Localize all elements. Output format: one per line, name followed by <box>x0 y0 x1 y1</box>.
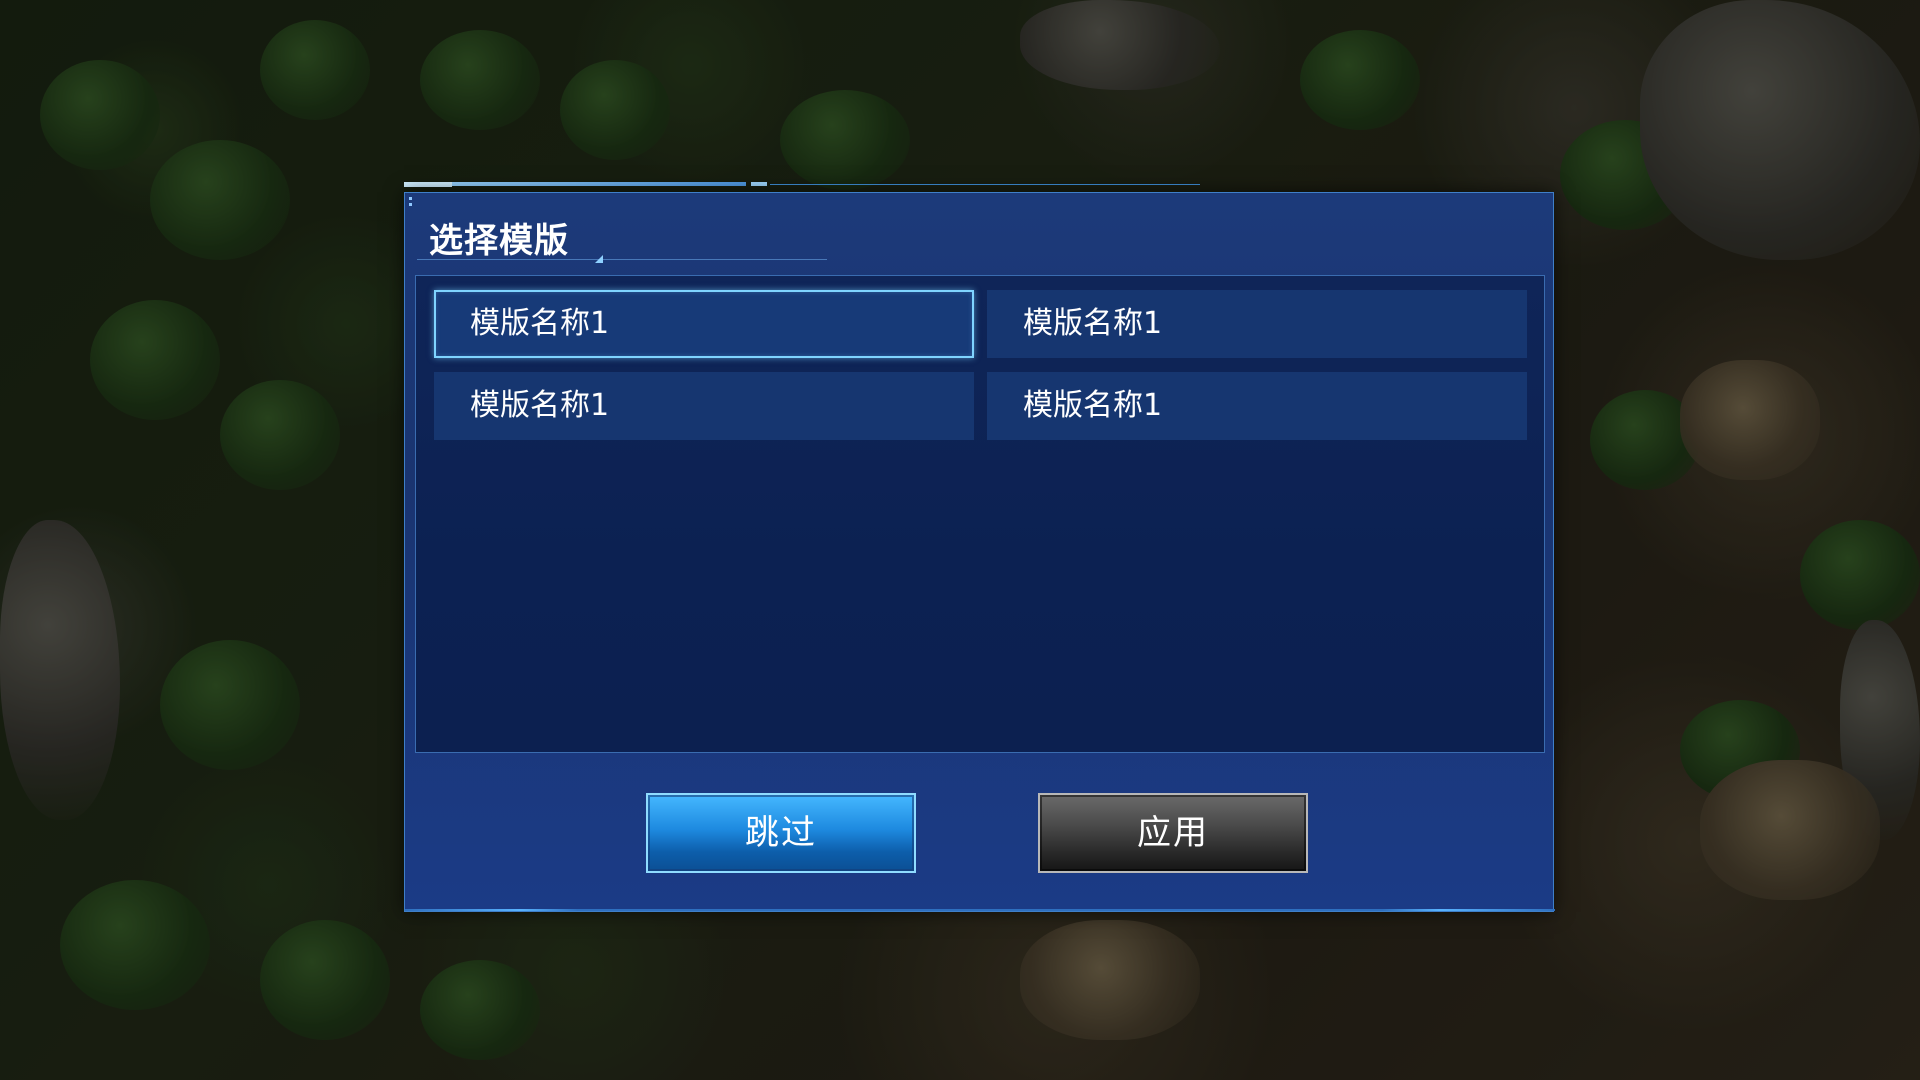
template-item-label: 模版名称1 <box>470 388 610 423</box>
select-template-dialog: 选择模版 模版名称1 模版名称1 模版名称1 模版名称1 跳过 应用 <box>404 192 1555 912</box>
skip-button[interactable]: 跳过 <box>646 793 916 873</box>
title-bar: 选择模版 <box>417 209 827 263</box>
template-item-label: 模版名称1 <box>470 306 610 341</box>
template-item[interactable]: 模版名称1 <box>987 290 1527 358</box>
title-corner-mark <box>595 255 603 263</box>
template-list: 模版名称1 模版名称1 模版名称1 模版名称1 <box>415 275 1545 753</box>
corner-decoration <box>409 197 415 211</box>
template-item[interactable]: 模版名称1 <box>434 372 974 440</box>
template-item[interactable]: 模版名称1 <box>987 372 1527 440</box>
template-item-label: 模版名称1 <box>1023 388 1163 423</box>
template-item-label: 模版名称1 <box>1023 306 1163 341</box>
dialog-title: 选择模版 <box>429 221 569 261</box>
template-item[interactable]: 模版名称1 <box>434 290 974 358</box>
dialog-bottom-accent <box>405 909 1555 911</box>
apply-button[interactable]: 应用 <box>1038 793 1308 873</box>
